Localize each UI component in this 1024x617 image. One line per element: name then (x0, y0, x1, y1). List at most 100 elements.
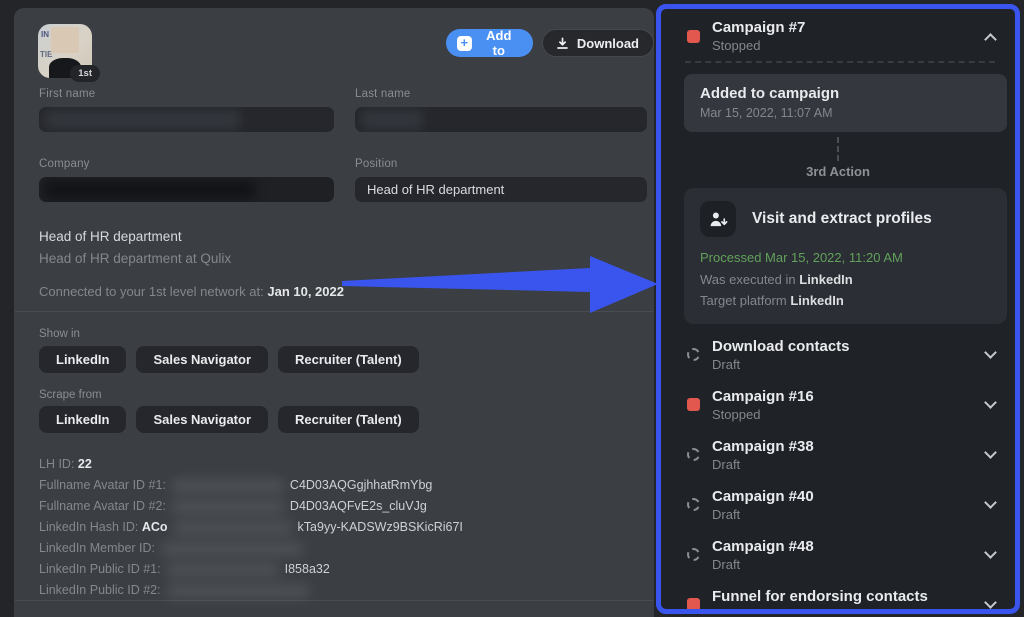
draft-icon (687, 548, 700, 561)
last-name-input[interactable] (355, 107, 647, 132)
position-value: Head of HR department (367, 182, 504, 197)
chevron-down-icon[interactable] (984, 396, 997, 409)
annotation-arrow (342, 255, 658, 315)
stopped-icon (687, 30, 700, 43)
stopped-icon (687, 598, 700, 611)
scrape-from-chips: LinkedIn Sales Navigator Recruiter (Tale… (39, 406, 419, 433)
redacted-value (172, 500, 284, 514)
id-row: LinkedIn Public ID #2: (39, 580, 463, 601)
download-label: Download (577, 36, 639, 51)
campaign-name: Campaign #7 (712, 18, 805, 37)
profile-subheadline: Head of HR department at Qulix (39, 251, 231, 266)
campaign-row-expanded[interactable]: Campaign #7 Stopped (661, 9, 1015, 54)
event-timestamp: Mar 15, 2022, 11:07 AM (700, 106, 991, 120)
redacted-value (167, 584, 309, 598)
company-label: Company (39, 158, 334, 170)
download-icon (555, 36, 570, 51)
draft-icon (687, 448, 700, 461)
connection-degree-badge: 1st (70, 65, 100, 82)
chip-scrape-sales-navigator[interactable]: Sales Navigator (136, 406, 268, 433)
first-name-label: First name (39, 88, 334, 100)
chip-show-linkedin[interactable]: LinkedIn (39, 346, 126, 373)
draft-icon (687, 348, 700, 361)
profile-actions: Add to Download (446, 29, 654, 57)
id-row: LinkedIn Member ID: (39, 538, 463, 559)
chevron-down-icon[interactable] (984, 546, 997, 559)
chevron-up-icon[interactable] (984, 33, 997, 46)
avatar-backdrop-text: IN (41, 30, 49, 39)
campaign-status: Stopped (712, 37, 805, 54)
action-ordinal-label: 3rd Action (661, 164, 1015, 179)
action-meta: Processed Mar 15, 2022, 11:20 AM Was exe… (700, 247, 991, 312)
chip-show-sales-navigator[interactable]: Sales Navigator (136, 346, 268, 373)
position-input[interactable]: Head of HR department (355, 177, 647, 202)
chip-scrape-recruiter[interactable]: Recruiter (Talent) (278, 406, 419, 433)
action-executed-line: Was executed in LinkedIn (700, 269, 991, 291)
avatar-face-redaction (51, 27, 79, 53)
add-to-button[interactable]: Add to (446, 29, 533, 57)
chip-scrape-linkedin[interactable]: LinkedIn (39, 406, 126, 433)
first-name-field: First name (39, 88, 334, 132)
company-input[interactable] (39, 177, 334, 202)
action-card-header: Visit and extract profiles (700, 201, 991, 237)
campaign-list: Download contacts Draft Campaign #16 Sto… (661, 330, 1015, 615)
dashed-connector (837, 137, 839, 161)
position-field: Position Head of HR department (355, 158, 647, 202)
section-divider (15, 600, 653, 601)
id-row: Fullname Avatar ID #2:D4D03AQFvE2s_cluVJ… (39, 496, 463, 517)
dashed-divider (685, 61, 995, 63)
redacted-value (45, 180, 255, 199)
campaign-row-38[interactable]: Campaign #38 Draft (661, 430, 1015, 480)
redacted-value (45, 110, 240, 129)
campaign-row-16[interactable]: Campaign #16 Stopped (661, 380, 1015, 430)
connected-date: Jan 10, 2022 (267, 284, 344, 299)
first-name-input[interactable] (39, 107, 334, 132)
campaign-text: Campaign #7 Stopped (712, 18, 805, 54)
action-card: Visit and extract profiles Processed Mar… (684, 188, 1007, 324)
redacted-value (172, 479, 284, 493)
extract-profiles-icon (708, 209, 729, 230)
id-row: LH ID: 22 (39, 454, 463, 475)
id-list: LH ID: 22 Fullname Avatar ID #1:C4D03AQG… (39, 454, 463, 601)
connected-line: Connected to your 1st level network at: … (39, 284, 344, 299)
avatar: IN TIE 1st (38, 24, 92, 78)
last-name-field: Last name (355, 88, 647, 132)
chevron-down-icon[interactable] (984, 446, 997, 459)
chevron-down-icon[interactable] (984, 346, 997, 359)
action-title: Visit and extract profiles (752, 210, 932, 228)
plus-icon (457, 36, 472, 51)
connected-label: Connected to your 1st level network at: (39, 284, 264, 299)
event-title: Added to campaign (700, 85, 991, 102)
redacted-value (174, 521, 292, 535)
position-label: Position (355, 158, 647, 170)
show-in-chips: LinkedIn Sales Navigator Recruiter (Tale… (39, 346, 419, 373)
campaign-row-48[interactable]: Campaign #48 Draft (661, 530, 1015, 580)
campaign-row-download-contacts[interactable]: Download contacts Draft (661, 330, 1015, 380)
campaign-row-40[interactable]: Campaign #40 Draft (661, 480, 1015, 530)
id-row: LinkedIn Public ID #1:I858a32 (39, 559, 463, 580)
show-in-label: Show in (39, 328, 80, 340)
scrape-from-label: Scrape from (39, 389, 102, 401)
last-name-label: Last name (355, 88, 647, 100)
action-icon-box (700, 201, 736, 237)
redacted-value (161, 542, 303, 556)
id-row: LinkedIn Hash ID: ACokTa9yy-KADSWz9BSKic… (39, 517, 463, 538)
chevron-down-icon[interactable] (984, 496, 997, 509)
profile-headline: Head of HR department (39, 229, 182, 244)
campaign-event-card: Added to campaign Mar 15, 2022, 11:07 AM (684, 74, 1007, 132)
chevron-down-icon[interactable] (984, 596, 997, 609)
chip-show-recruiter[interactable]: Recruiter (Talent) (278, 346, 419, 373)
id-row: Fullname Avatar ID #1:C4D03AQGgjhhatRmYb… (39, 475, 463, 496)
redacted-value (167, 563, 279, 577)
status-icon-cell (685, 30, 701, 43)
stopped-icon (687, 398, 700, 411)
add-to-label: Add to (479, 28, 519, 58)
company-field: Company (39, 158, 334, 202)
action-platform-line: Target platform LinkedIn (700, 290, 991, 312)
campaign-row-funnel-endorsing[interactable]: Funnel for endorsing contacts Stopped (661, 580, 1015, 615)
action-processed: Processed Mar 15, 2022, 11:20 AM (700, 247, 991, 269)
campaigns-panel: Campaign #7 Stopped Added to campaign Ma… (656, 4, 1020, 614)
download-button[interactable]: Download (542, 29, 654, 57)
redacted-value (361, 110, 423, 129)
app-window: IN TIE 1st Add to Download First name (0, 0, 1024, 617)
